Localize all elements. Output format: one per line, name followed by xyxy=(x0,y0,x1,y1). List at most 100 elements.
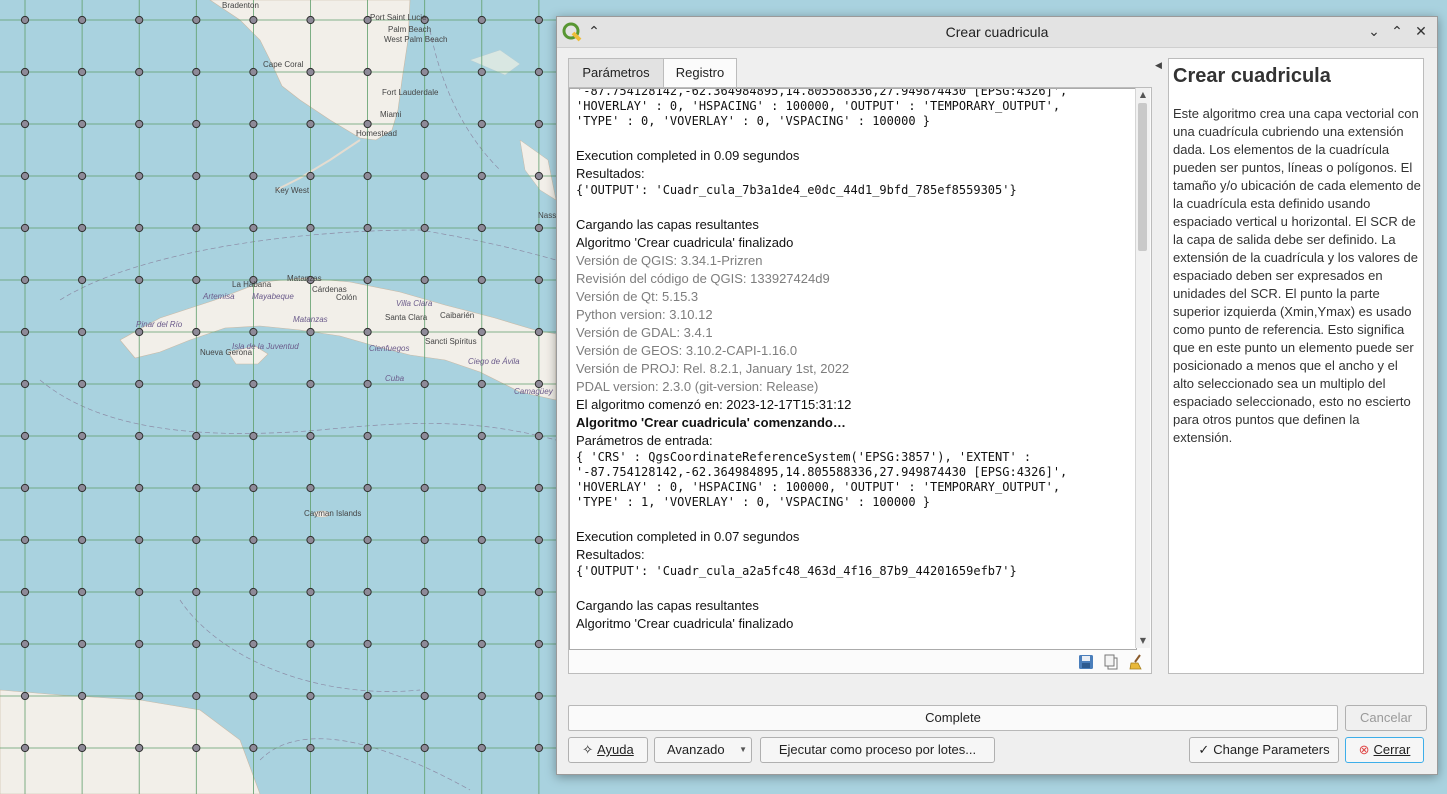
collapse-help-icon[interactable]: ◀ xyxy=(1155,61,1162,71)
grid-point xyxy=(477,223,486,233)
grid-point xyxy=(135,691,144,701)
log-line: El algoritmo comenzó en: 2023-12-17T15:3… xyxy=(576,397,852,412)
scroll-up-icon[interactable]: ▲ xyxy=(1136,88,1150,102)
grid-point xyxy=(477,67,486,77)
grid-point xyxy=(363,483,372,493)
grid-point xyxy=(534,431,544,441)
grid-point xyxy=(78,535,87,545)
grid-point xyxy=(249,119,258,129)
close-button-label: Cerrar xyxy=(1373,742,1411,757)
log-line: 'HOVERLAY' : 0, 'HSPACING' : 100000, 'OU… xyxy=(576,99,1061,113)
copy-log-icon[interactable] xyxy=(1103,654,1119,670)
grid-point xyxy=(78,67,87,77)
grid-point xyxy=(20,587,30,597)
grid-point xyxy=(135,639,144,649)
grid-point xyxy=(20,639,30,649)
map-label-west-palm-beach: West Palm Beach xyxy=(384,35,447,44)
grid-point xyxy=(78,691,87,701)
map-label-port-saint-lucie: Port Saint Lucie xyxy=(370,13,427,22)
grid-point xyxy=(534,119,544,129)
maximize-icon[interactable]: ⌃ xyxy=(1386,21,1408,43)
grid-point xyxy=(135,67,144,77)
close-button[interactable]: ⊗ Cerrar xyxy=(1345,737,1424,763)
help-title: Crear cuadricula xyxy=(1173,65,1331,87)
grid-point xyxy=(135,483,144,493)
grid-point xyxy=(306,535,315,545)
log-line: Resultados: xyxy=(576,547,645,562)
grid-point xyxy=(477,171,486,181)
grid-point xyxy=(306,327,315,337)
log-line: PDAL version: 2.3.0 (git-version: Releas… xyxy=(576,379,819,394)
grid-point xyxy=(192,223,201,233)
log-line: Python version: 3.10.12 xyxy=(576,307,713,322)
grid-point xyxy=(20,275,30,285)
map-label-la-habana: La Habana xyxy=(232,280,272,289)
grid-point xyxy=(420,639,429,649)
dialog-title: Crear cuadricula xyxy=(945,24,1049,40)
log-scrollbar[interactable]: ▲ ▼ xyxy=(1135,88,1150,648)
grid-point xyxy=(363,67,372,77)
minimize-icon[interactable]: ⌄ xyxy=(1363,21,1385,43)
grid-point xyxy=(78,587,87,597)
batch-process-button[interactable]: Ejecutar como proceso por lotes... xyxy=(760,737,995,763)
grid-point xyxy=(534,15,544,25)
map-label-cape-coral: Cape Coral xyxy=(263,60,304,69)
change-parameters-button[interactable]: ✓ Change Parameters xyxy=(1189,737,1339,763)
cancel-button[interactable]: Cancelar xyxy=(1345,705,1427,731)
grid-point xyxy=(78,379,87,389)
tab-registro[interactable]: Registro xyxy=(663,58,737,89)
grid-point xyxy=(135,275,144,285)
log-line: '-87.754128142,-62.364984895,14.80558833… xyxy=(576,465,1068,479)
grid-point xyxy=(78,743,87,753)
grid-point xyxy=(135,223,144,233)
clear-log-icon[interactable] xyxy=(1128,654,1144,670)
grid-point xyxy=(420,743,429,753)
grid-point xyxy=(306,483,315,493)
grid-point xyxy=(192,483,201,493)
grid-point xyxy=(477,587,486,597)
grid-point xyxy=(363,535,372,545)
grid-point xyxy=(477,483,486,493)
grid-point xyxy=(78,431,87,441)
grid-point xyxy=(249,587,258,597)
tab-parametros[interactable]: Parámetros xyxy=(568,58,664,88)
save-log-icon[interactable] xyxy=(1078,654,1094,670)
grid-point xyxy=(249,379,258,389)
grid-point xyxy=(534,743,544,753)
grid-point xyxy=(477,639,486,649)
checkmark-icon: ✓ xyxy=(1198,742,1210,757)
grid-point xyxy=(477,379,486,389)
grid-point xyxy=(420,171,429,181)
log-line: Parámetros de entrada: xyxy=(576,433,713,448)
grid-point xyxy=(20,15,30,25)
crear-cuadricula-dialog: ⌃ Crear cuadricula ⌄ ⌃ ✕ Parámetros Regi… xyxy=(556,16,1438,775)
log-line: 'TYPE' : 1, 'VOVERLAY' : 0, 'VSPACING' :… xyxy=(576,495,931,509)
grid-point xyxy=(135,119,144,129)
grid-point xyxy=(363,431,372,441)
grid-point xyxy=(249,67,258,77)
advanced-label: Avanzado xyxy=(667,742,725,757)
grid-point xyxy=(306,119,315,129)
grid-point xyxy=(306,223,315,233)
dialog-titlebar[interactable]: ⌃ Crear cuadricula ⌄ ⌃ ✕ xyxy=(557,17,1437,48)
grid-point xyxy=(135,535,144,545)
help-button[interactable]: ✧ Ayuda xyxy=(568,737,648,763)
grid-point xyxy=(363,743,372,753)
grid-point xyxy=(20,379,30,389)
grid-point xyxy=(534,691,544,701)
close-icon[interactable]: ✕ xyxy=(1410,21,1432,43)
scroll-thumb[interactable] xyxy=(1138,103,1147,251)
grid-point xyxy=(420,327,429,337)
grid-point xyxy=(306,171,315,181)
advanced-dropdown-button[interactable]: Avanzado ▼ xyxy=(654,737,752,763)
log-line: Revisión del código de QGIS: 133927424d9 xyxy=(576,271,830,286)
change-parameters-label: Change Parameters xyxy=(1213,742,1330,757)
grid-point xyxy=(192,171,201,181)
log-text-area[interactable]: '-87.754128142,-62.364984895,14.80558833… xyxy=(569,88,1137,650)
map-label-artemisa: Artemisa xyxy=(202,292,235,301)
grid-point xyxy=(192,119,201,129)
help-description: Este algoritmo crea una capa vectorial c… xyxy=(1173,106,1421,445)
scroll-down-icon[interactable]: ▼ xyxy=(1136,634,1150,648)
grid-point xyxy=(477,15,486,25)
grid-point xyxy=(192,535,201,545)
